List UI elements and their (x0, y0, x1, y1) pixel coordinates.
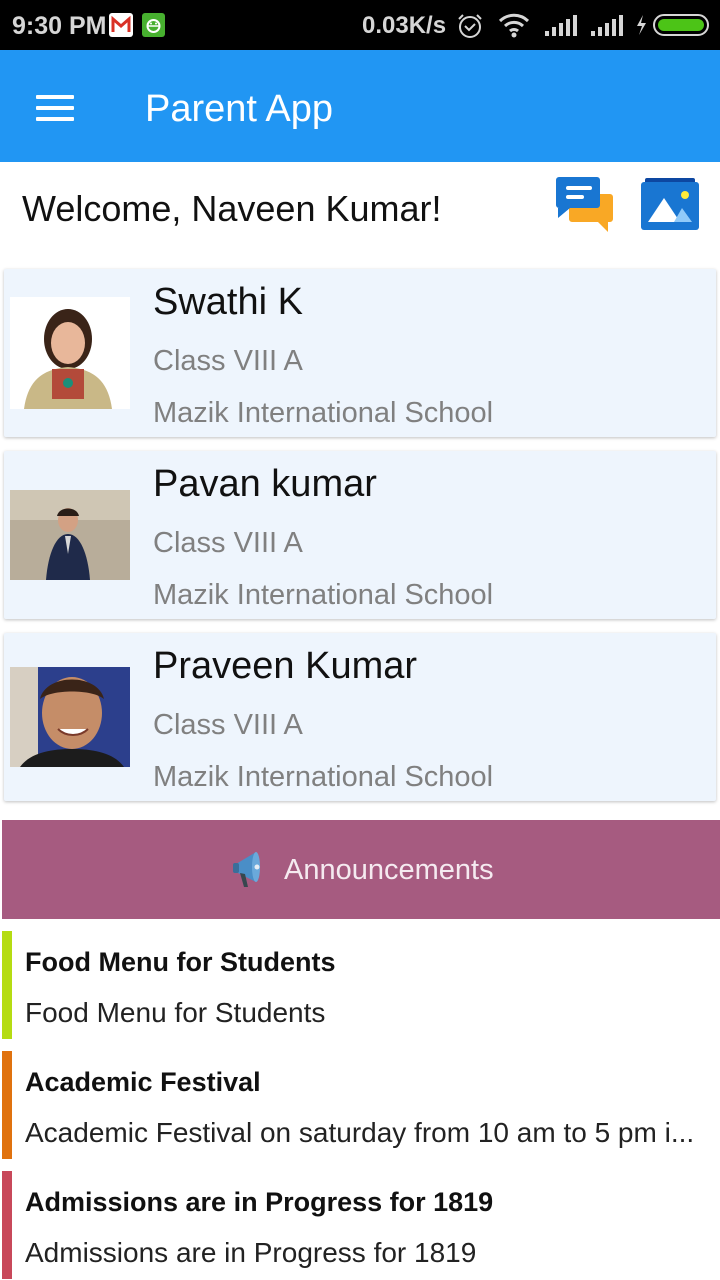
welcome-text: Welcome, Naveen Kumar! (22, 188, 442, 229)
signal-icon (544, 14, 578, 41)
wifi-icon (498, 12, 530, 43)
megaphone-icon (232, 850, 268, 890)
student-class: Class VIII A (153, 709, 303, 741)
student-school: Mazik International School (153, 579, 494, 611)
student-name: Pavan kumar (153, 463, 377, 505)
signal-icon (590, 14, 624, 41)
status-time: 9:30 PM (12, 12, 107, 40)
student-card[interactable]: Praveen Kumar Class VIII A Mazik Interna… (4, 633, 716, 801)
photo-gallery-icon (641, 178, 699, 230)
announcements-header[interactable]: Announcements (2, 820, 720, 919)
hamburger-menu-icon[interactable] (36, 95, 76, 121)
student-photo (10, 490, 130, 580)
gmail-icon (109, 13, 133, 37)
student-photo (10, 297, 130, 409)
announcement-title: Food Menu for Students (25, 947, 336, 977)
android-app-icon (142, 13, 165, 37)
messages-button[interactable] (554, 176, 616, 234)
student-class: Class VIII A (153, 527, 303, 559)
charging-icon (634, 14, 648, 41)
student-school: Mazik International School (153, 397, 494, 429)
alarm-icon (456, 12, 484, 45)
announcement-body: Academic Festival on saturday from 10 am… (25, 1117, 695, 1148)
status-bar: 9:30 PM 0.03K/s (0, 0, 720, 50)
app-title: Parent App (145, 88, 334, 130)
student-school: Mazik International School (153, 761, 494, 793)
chat-messages-icon (556, 177, 613, 232)
announcement-color-stripe (2, 1171, 12, 1279)
network-speed: 0.03K/s (362, 12, 447, 39)
student-card[interactable]: Pavan kumar Class VIII A Mazik Internati… (4, 451, 716, 619)
student-name: Praveen Kumar (153, 645, 418, 687)
announcement-color-stripe (2, 1051, 12, 1159)
student-class: Class VIII A (153, 345, 303, 377)
announcement-item[interactable]: Food Menu for Students Food Menu for Stu… (0, 931, 720, 1039)
announcement-item[interactable]: Admissions are in Progress for 1819 Admi… (0, 1171, 720, 1279)
app-bar: Parent App (0, 50, 720, 162)
announcement-body: Admissions are in Progress for 1819 (25, 1237, 477, 1268)
gallery-button[interactable] (640, 176, 700, 234)
student-photo (10, 667, 130, 767)
announcement-color-stripe (2, 931, 12, 1039)
announcement-title: Admissions are in Progress for 1819 (25, 1187, 494, 1217)
announcement-title: Academic Festival (25, 1067, 261, 1097)
announcement-body: Food Menu for Students (25, 997, 326, 1028)
announcements-label: Announcements (284, 854, 494, 886)
battery-icon (653, 14, 709, 41)
student-card[interactable]: Swathi K Class VIII A Mazik Internationa… (4, 269, 716, 437)
announcement-item[interactable]: Academic Festival Academic Festival on s… (0, 1051, 720, 1159)
student-name: Swathi K (153, 281, 303, 323)
